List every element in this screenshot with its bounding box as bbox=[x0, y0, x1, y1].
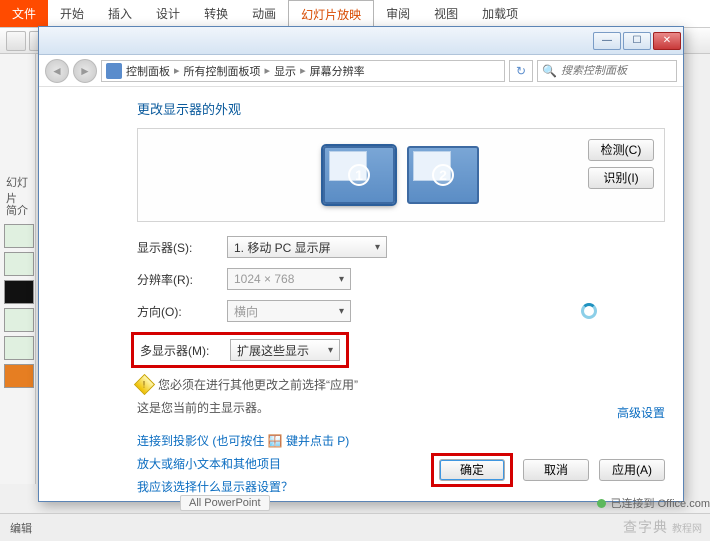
connection-dot-icon bbox=[597, 499, 606, 508]
minimize-button[interactable]: — bbox=[593, 32, 621, 50]
nav-back-button[interactable]: ◄ bbox=[45, 59, 69, 83]
slide-thumb[interactable] bbox=[4, 364, 34, 388]
resolution-row: 分辨率(R): 1024 × 768 bbox=[137, 268, 665, 290]
address-bar: ◄ ► 控制面板▸ 所有控制面板项▸ 显示▸ 屏幕分辨率 ↻ 🔍 bbox=[39, 55, 683, 87]
monitor-number: 1 bbox=[348, 164, 370, 186]
close-button[interactable]: ✕ bbox=[653, 32, 681, 50]
monitor-2[interactable]: 2 bbox=[407, 146, 479, 204]
apply-warning: ! 您必须在进行其他更改之前选择“应用” bbox=[137, 376, 665, 393]
monitor-number: 2 bbox=[432, 164, 454, 186]
slide-thumb[interactable] bbox=[4, 252, 34, 276]
warning-text: 您必须在进行其他更改之前选择“应用” bbox=[158, 376, 358, 393]
display-select[interactable]: 1. 移动 PC 显示屏 bbox=[227, 236, 387, 258]
slide-thumb[interactable] bbox=[4, 336, 34, 360]
ribbon-tab-design[interactable]: 设计 bbox=[144, 0, 192, 27]
breadcrumb-item[interactable]: 所有控制面板项 bbox=[184, 63, 261, 79]
dialog-buttons: 确定 取消 应用(A) bbox=[431, 453, 665, 487]
breadcrumb-item[interactable]: 屏幕分辨率 bbox=[310, 63, 365, 79]
all-powerpoint-label: All PowerPoint bbox=[180, 495, 270, 511]
primary-display-note: 这是您当前的主显示器。 bbox=[137, 399, 665, 416]
screen-resolution-window: — ☐ ✕ ◄ ► 控制面板▸ 所有控制面板项▸ 显示▸ 屏幕分辨率 ↻ 🔍 更… bbox=[38, 26, 684, 502]
apply-button[interactable]: 应用(A) bbox=[599, 459, 665, 481]
slide-panel: 幻灯片 简介 bbox=[0, 54, 36, 484]
ribbon-tab-insert[interactable]: 插入 bbox=[96, 0, 144, 27]
breadcrumb-item[interactable]: 显示 bbox=[274, 63, 296, 79]
ribbon-tab-view[interactable]: 视图 bbox=[422, 0, 470, 27]
breadcrumb-item[interactable]: 控制面板 bbox=[126, 63, 170, 79]
monitor-1[interactable]: 1 bbox=[323, 146, 395, 204]
content-area: 更改显示器的外观 1 2 检测(C) 识别(I) 显示器(S): 1. 移动 P… bbox=[39, 87, 683, 513]
ribbon-tab-slideshow[interactable]: 幻灯片放映 bbox=[288, 0, 374, 27]
connection-label: 已连接到 Office.com bbox=[611, 495, 710, 511]
toolbar-button[interactable] bbox=[6, 31, 26, 51]
advanced-settings-link[interactable]: 高级设置 bbox=[617, 404, 665, 421]
orientation-select[interactable]: 横向 bbox=[227, 300, 351, 322]
search-box[interactable]: 🔍 bbox=[537, 60, 677, 82]
ribbon-tab-review[interactable]: 审阅 bbox=[374, 0, 422, 27]
warning-icon: ! bbox=[134, 374, 155, 395]
ribbon: 文件 开始 插入 设计 转换 动画 幻灯片放映 审阅 视图 加载项 bbox=[0, 0, 710, 28]
identify-button[interactable]: 识别(I) bbox=[588, 167, 654, 189]
monitor-preview-panel: 1 2 检测(C) 识别(I) bbox=[137, 128, 665, 222]
ribbon-tab-addins[interactable]: 加载项 bbox=[470, 0, 530, 27]
display-label: 显示器(S): bbox=[137, 239, 227, 256]
multi-display-select[interactable]: 扩展这些显示 bbox=[230, 339, 340, 361]
edit-mode-label: 编辑 bbox=[10, 520, 32, 536]
control-panel-icon bbox=[106, 63, 122, 79]
maximize-button[interactable]: ☐ bbox=[623, 32, 651, 50]
search-input[interactable] bbox=[561, 65, 672, 77]
titlebar: — ☐ ✕ bbox=[39, 27, 683, 55]
bg-info-bar: All PowerPoint 已连接到 Office.com bbox=[180, 493, 710, 513]
slide-thumb[interactable] bbox=[4, 280, 34, 304]
slide-thumb[interactable] bbox=[4, 308, 34, 332]
projector-link[interactable]: 连接到投影仪 (也可按住 🪟 键并点击 P) bbox=[137, 432, 665, 449]
orientation-label: 方向(O): bbox=[137, 303, 227, 320]
orientation-row: 方向(O): 横向 bbox=[137, 300, 665, 322]
ribbon-tab-home[interactable]: 开始 bbox=[48, 0, 96, 27]
search-icon: 🔍 bbox=[542, 64, 557, 78]
resolution-label: 分辨率(R): bbox=[137, 271, 227, 288]
nav-forward-button: ► bbox=[73, 59, 97, 83]
cancel-button[interactable]: 取消 bbox=[523, 459, 589, 481]
page-title: 更改显示器的外观 bbox=[137, 99, 665, 118]
ribbon-tab-file[interactable]: 文件 bbox=[0, 0, 48, 27]
resolution-select[interactable]: 1024 × 768 bbox=[227, 268, 351, 290]
loading-spinner-icon bbox=[581, 303, 597, 319]
display-row: 显示器(S): 1. 移动 PC 显示屏 bbox=[137, 236, 665, 258]
slide-thumb[interactable] bbox=[4, 224, 34, 248]
ok-button[interactable]: 确定 bbox=[439, 459, 505, 481]
outline-tab-label[interactable]: 简介 bbox=[6, 202, 28, 218]
status-bar: 编辑 bbox=[0, 513, 710, 541]
watermark: 查字典教程网 bbox=[623, 517, 702, 537]
breadcrumb[interactable]: 控制面板▸ 所有控制面板项▸ 显示▸ 屏幕分辨率 bbox=[101, 60, 505, 82]
ok-button-highlight: 确定 bbox=[431, 453, 513, 487]
slide-thumbnails bbox=[4, 224, 34, 392]
ribbon-tab-transitions[interactable]: 转换 bbox=[192, 0, 240, 27]
ribbon-tab-animations[interactable]: 动画 bbox=[240, 0, 288, 27]
refresh-button[interactable]: ↻ bbox=[509, 60, 533, 82]
multi-display-label: 多显示器(M): bbox=[140, 342, 230, 359]
detect-button[interactable]: 检测(C) bbox=[588, 139, 654, 161]
multi-display-highlight: 多显示器(M): 扩展这些显示 bbox=[131, 332, 349, 368]
